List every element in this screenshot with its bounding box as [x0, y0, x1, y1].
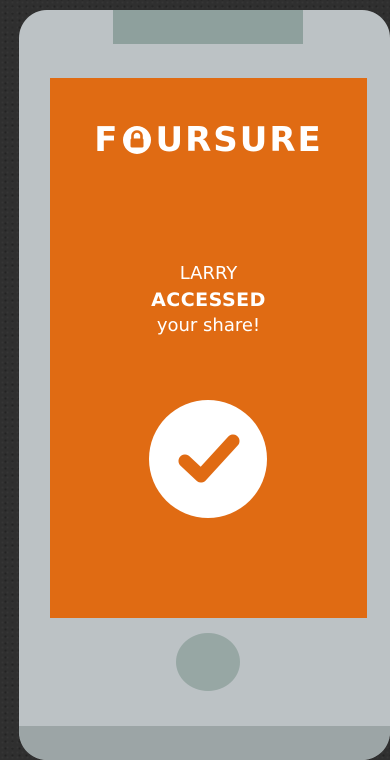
phone-device: F URSURE LARRY ACCESSED your share! [19, 10, 390, 760]
accessor-name: LARRY [179, 263, 238, 284]
home-button[interactable] [176, 633, 240, 691]
phone-screen: F URSURE LARRY ACCESSED your share! [50, 78, 367, 618]
brand-logo: F URSURE [50, 120, 367, 160]
access-message: LARRY ACCESSED your share! [50, 261, 367, 339]
phone-bottom-edge [19, 726, 390, 760]
checkmark-icon [149, 400, 267, 518]
brand-logo-text-end: URSURE [155, 120, 323, 160]
padlock-icon [122, 125, 152, 155]
brand-logo-text-start: F [94, 120, 120, 160]
access-action: ACCESSED [151, 289, 266, 311]
access-message-suffix: your share! [156, 315, 261, 336]
phone-speaker [113, 10, 303, 44]
